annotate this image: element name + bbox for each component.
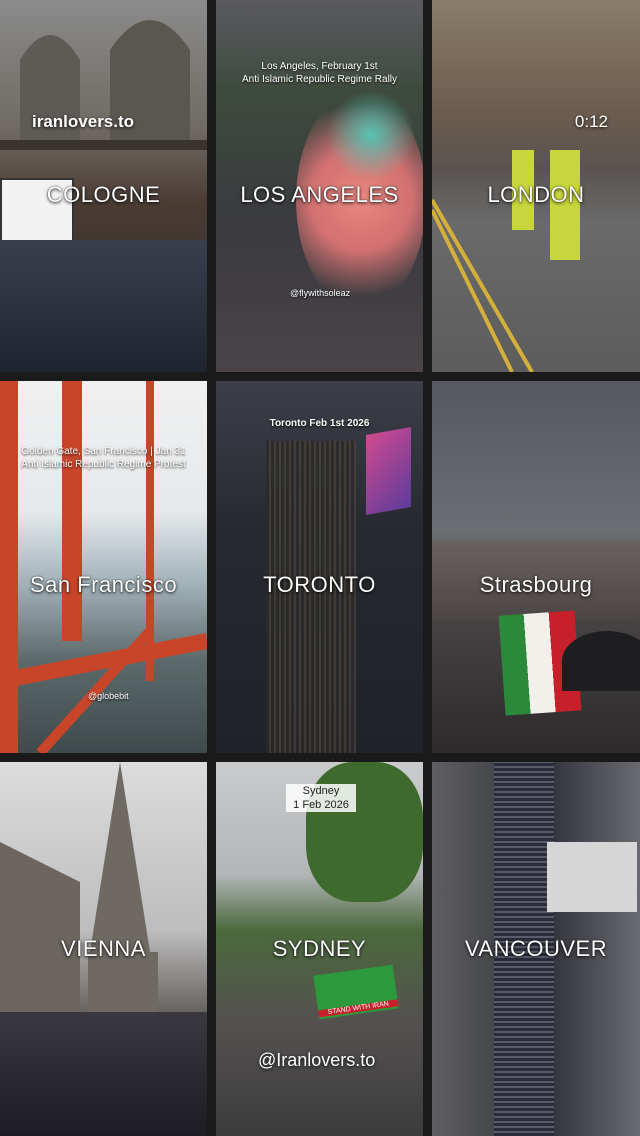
tile-san-francisco[interactable]: Golden Gate, San Francisco | Jan 31 Anti… bbox=[0, 381, 207, 753]
tile-toronto[interactable]: Toronto Feb 1st 2026 TORONTO bbox=[216, 381, 423, 753]
tile-label: SYDNEY bbox=[272, 936, 367, 961]
building-roof bbox=[547, 842, 637, 912]
crowd-shape bbox=[0, 240, 207, 372]
tile-label: COLOGNE bbox=[46, 182, 161, 207]
tile-label: VANCOUVER bbox=[464, 936, 608, 961]
tile-strasbourg[interactable]: Strasbourg bbox=[432, 381, 640, 753]
watermark: @globebit bbox=[88, 691, 129, 701]
tile-vienna[interactable]: VIENNA bbox=[0, 762, 207, 1136]
tile-los-angeles[interactable]: Los Angeles, February 1st Anti Islamic R… bbox=[216, 0, 423, 372]
divider-vertical bbox=[423, 0, 432, 1136]
tile-vancouver[interactable]: VANCOUVER bbox=[432, 762, 640, 1136]
video-caption: Los Angeles, February 1st Anti Islamic R… bbox=[241, 61, 398, 85]
crowd-umbrellas bbox=[0, 1012, 207, 1136]
watermark: @flywithsoleaz bbox=[290, 288, 351, 298]
tile-label: San Francisco bbox=[29, 572, 178, 597]
video-collage-grid[interactable]: COLOGNE Los Angeles, February 1st Anti I… bbox=[0, 0, 640, 1136]
tile-label: TORONTO bbox=[263, 572, 376, 597]
video-caption: Toronto Feb 1st 2026 bbox=[269, 418, 370, 429]
billboard-screen bbox=[366, 427, 411, 515]
divider-horizontal bbox=[0, 372, 640, 381]
umbrella bbox=[562, 631, 640, 691]
site-watermark: iranlovers.to bbox=[32, 112, 135, 131]
divider-vertical bbox=[207, 0, 216, 1136]
tile-sydney[interactable]: STAND WITH IRAN Sydney 1 Feb 2026 SYDNEY bbox=[216, 762, 423, 1136]
tree bbox=[306, 762, 423, 902]
account-handle: @Iranlovers.to bbox=[258, 1050, 376, 1070]
tile-london[interactable]: LONDON bbox=[432, 0, 640, 372]
video-caption: Sydney 1 Feb 2026 bbox=[286, 784, 356, 812]
tile-label: LOS ANGELES bbox=[240, 182, 399, 207]
video-caption: Golden Gate, San Francisco | Jan 31 Anti… bbox=[21, 446, 186, 470]
divider-horizontal bbox=[0, 753, 640, 762]
tile-cologne[interactable]: COLOGNE bbox=[0, 0, 207, 372]
tile-label: LONDON bbox=[487, 182, 585, 207]
tile-label: Strasbourg bbox=[479, 572, 593, 597]
tile-label: VIENNA bbox=[61, 936, 146, 961]
video-timer: 0:12 bbox=[574, 112, 608, 131]
teal-smoke bbox=[326, 90, 416, 180]
